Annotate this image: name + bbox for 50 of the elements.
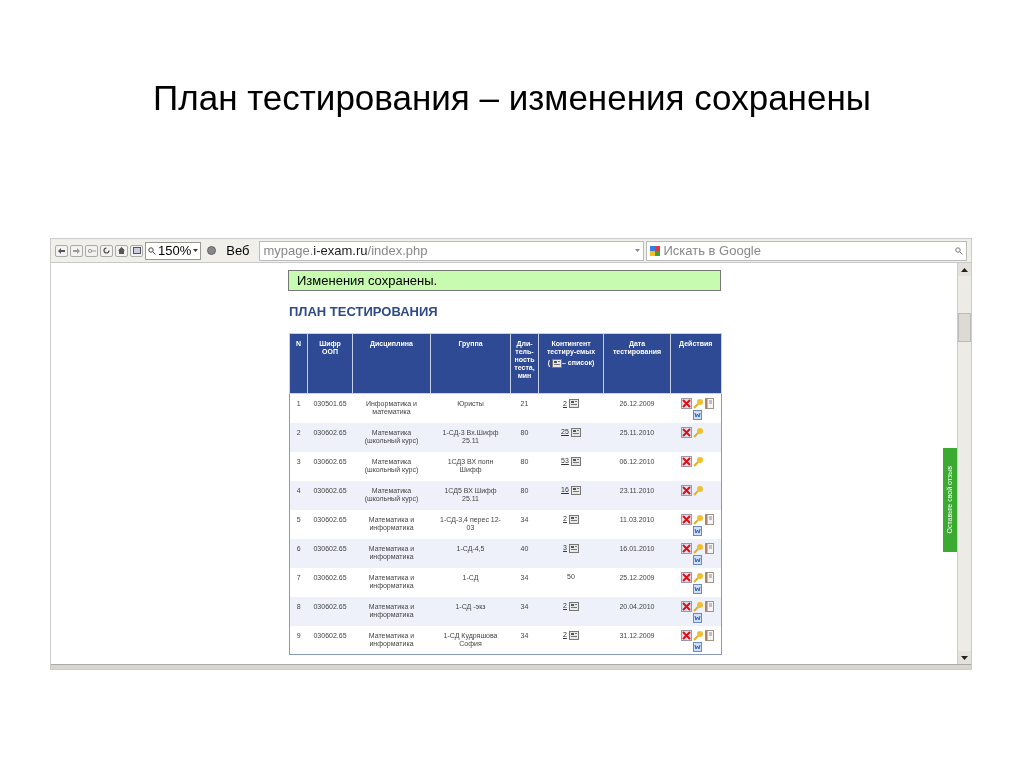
delete-icon[interactable] <box>680 542 692 554</box>
word-document-icon[interactable] <box>692 612 702 623</box>
address-field[interactable]: mypage.i-exam.ru/index.php <box>259 240 645 261</box>
google-icon <box>650 245 661 256</box>
list-icon[interactable] <box>568 543 579 553</box>
word-document-icon[interactable] <box>692 641 702 652</box>
dropdown-arrow-icon[interactable] <box>193 249 199 252</box>
scrollbar[interactable] <box>957 263 971 664</box>
delete-icon[interactable] <box>680 484 692 496</box>
delete-icon[interactable] <box>680 398 692 409</box>
delete-icon[interactable] <box>680 455 692 467</box>
reload-icon[interactable] <box>100 244 113 257</box>
search-mode-label[interactable]: Веб <box>226 240 250 261</box>
list-icon[interactable] <box>570 456 581 466</box>
document-icon[interactable] <box>704 398 714 409</box>
word-document-icon[interactable] <box>692 525 702 536</box>
document-icon[interactable] <box>704 571 714 583</box>
page-icon[interactable] <box>130 244 143 257</box>
zoom-value: 150% <box>158 241 192 260</box>
page-heading: ПЛАН ТЕСТИРОВАНИЯ <box>289 304 439 320</box>
document-icon[interactable] <box>704 513 714 525</box>
success-notice: Изменения сохранены. <box>288 270 721 291</box>
word-document-icon[interactable] <box>692 583 702 594</box>
zoom-field[interactable]: 150% <box>145 241 202 260</box>
list-icon[interactable] <box>570 427 581 437</box>
list-icon[interactable] <box>568 514 579 524</box>
word-document-icon[interactable] <box>692 554 702 565</box>
radio-icon[interactable] <box>207 246 217 255</box>
magnifier-icon <box>148 246 156 255</box>
delete-icon[interactable] <box>680 629 692 641</box>
document-icon[interactable] <box>704 629 714 641</box>
delete-icon[interactable] <box>680 426 692 438</box>
delete-icon[interactable] <box>680 513 692 525</box>
scroll-thumb[interactable] <box>958 313 971 342</box>
search-icon[interactable] <box>955 246 963 255</box>
list-icon[interactable] <box>568 601 579 611</box>
list-icon[interactable] <box>552 359 563 368</box>
scroll-down-icon[interactable] <box>958 651 971 664</box>
home-icon[interactable] <box>115 244 128 257</box>
word-document-icon[interactable] <box>692 410 702 420</box>
list-icon[interactable] <box>570 485 581 495</box>
slide-title: План тестирования – изменения сохранены <box>153 77 871 119</box>
list-icon[interactable] <box>568 630 579 640</box>
list-icon[interactable] <box>568 399 579 408</box>
delete-icon[interactable] <box>680 600 692 612</box>
document-icon[interactable] <box>704 600 714 612</box>
document-icon[interactable] <box>704 542 714 554</box>
scroll-up-icon[interactable] <box>958 263 971 276</box>
delete-icon[interactable] <box>680 571 692 583</box>
back-icon[interactable] <box>55 244 68 257</box>
